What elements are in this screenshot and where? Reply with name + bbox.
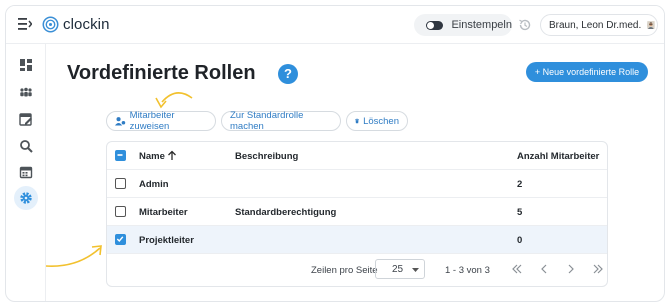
clock-in-label: Einstempeln	[451, 19, 512, 31]
app-frame: clockin Einstempeln Braun, Leon Dr.med.	[5, 5, 665, 302]
role-employee-count: 5	[517, 207, 523, 218]
rows-per-page-label: Zeilen pro Seite	[311, 265, 378, 276]
settings-gear-icon[interactable]	[19, 191, 33, 205]
table-header-row: Name Beschreibung Anzahl Mitarbeiter	[107, 142, 607, 170]
row-checkbox[interactable]	[115, 178, 126, 189]
table-row[interactable]: Mitarbeiter Standardberechtigung 5	[107, 198, 607, 226]
column-header-name[interactable]: Name	[139, 151, 165, 162]
row-checkbox[interactable]	[115, 234, 126, 245]
table-row[interactable]: Projektleiter 0	[107, 226, 607, 254]
app-name: clockin	[63, 16, 110, 33]
column-header-count[interactable]: Anzahl Mitarbeiter	[517, 151, 599, 162]
pagination-bar: Zeilen pro Seite 25 1 - 3 von 3	[107, 255, 607, 285]
clock-in-toggle[interactable]: Einstempeln	[414, 14, 512, 36]
user-menu[interactable]: Braun, Leon Dr.med.	[540, 14, 658, 36]
select-all-checkbox[interactable]	[115, 150, 126, 161]
table-row[interactable]: Admin 2	[107, 170, 607, 198]
assign-employees-button[interactable]: Mitarbeiter zuweisen	[106, 110, 216, 132]
highlight-arrow-icon	[45, 245, 102, 267]
app-logo[interactable]: clockin	[42, 16, 110, 33]
sidebar	[6, 44, 46, 301]
assign-user-icon	[115, 117, 126, 126]
top-bar: clockin Einstempeln Braun, Leon Dr.med.	[6, 6, 664, 44]
column-header-description[interactable]: Beschreibung	[235, 151, 298, 162]
page-range: 1 - 3 von 3	[445, 265, 490, 276]
role-name: Admin	[139, 179, 169, 190]
last-page-icon[interactable]	[592, 263, 604, 275]
role-description: Standardberechtigung	[235, 207, 337, 218]
delete-button[interactable]: Löschen	[346, 111, 408, 131]
team-icon[interactable]	[19, 85, 33, 99]
first-page-icon[interactable]	[511, 263, 523, 275]
page-title: Vordefinierte Rollen	[67, 62, 256, 84]
highlight-arrow-icon	[155, 92, 193, 109]
history-icon[interactable]	[518, 18, 532, 32]
make-default-role-button[interactable]: Zur Standardrolle machen	[221, 110, 341, 132]
rows-per-page-value: 25	[392, 264, 404, 275]
toggle-switch[interactable]	[426, 20, 444, 30]
help-button[interactable]: ?	[278, 64, 298, 84]
role-employee-count: 2	[517, 179, 523, 190]
next-page-icon[interactable]	[565, 263, 577, 275]
checkmark-icon	[116, 236, 124, 243]
avatar	[647, 21, 655, 29]
menu-toggle-icon[interactable]	[18, 18, 32, 30]
search-document-icon[interactable]	[19, 139, 33, 153]
clockin-logo-icon	[42, 16, 59, 33]
indeterminate-icon	[117, 154, 123, 156]
roles-table: Name Beschreibung Anzahl Mitarbeiter Adm…	[106, 141, 608, 287]
new-predefined-role-button[interactable]: + Neue vordefinierte Rolle	[526, 62, 648, 82]
role-name: Mitarbeiter	[139, 207, 188, 218]
role-employee-count: 0	[517, 235, 523, 246]
trash-icon	[355, 118, 359, 124]
make-default-role-label: Zur Standardrolle machen	[230, 110, 304, 132]
dashboard-icon[interactable]	[19, 58, 33, 72]
user-name: Braun, Leon Dr.med.	[549, 19, 642, 31]
role-name: Projektleiter	[139, 235, 194, 246]
chevron-down-icon	[412, 268, 419, 272]
rows-per-page-select[interactable]: 25	[375, 259, 425, 279]
calendar-icon[interactable]	[19, 165, 33, 179]
assign-employees-label: Mitarbeiter zuweisen	[129, 110, 175, 132]
sort-ascending-icon[interactable]	[167, 150, 177, 161]
previous-page-icon[interactable]	[538, 263, 550, 275]
delete-label: Löschen	[363, 115, 399, 127]
calendar-edit-icon[interactable]	[19, 112, 33, 126]
row-checkbox[interactable]	[115, 206, 126, 217]
